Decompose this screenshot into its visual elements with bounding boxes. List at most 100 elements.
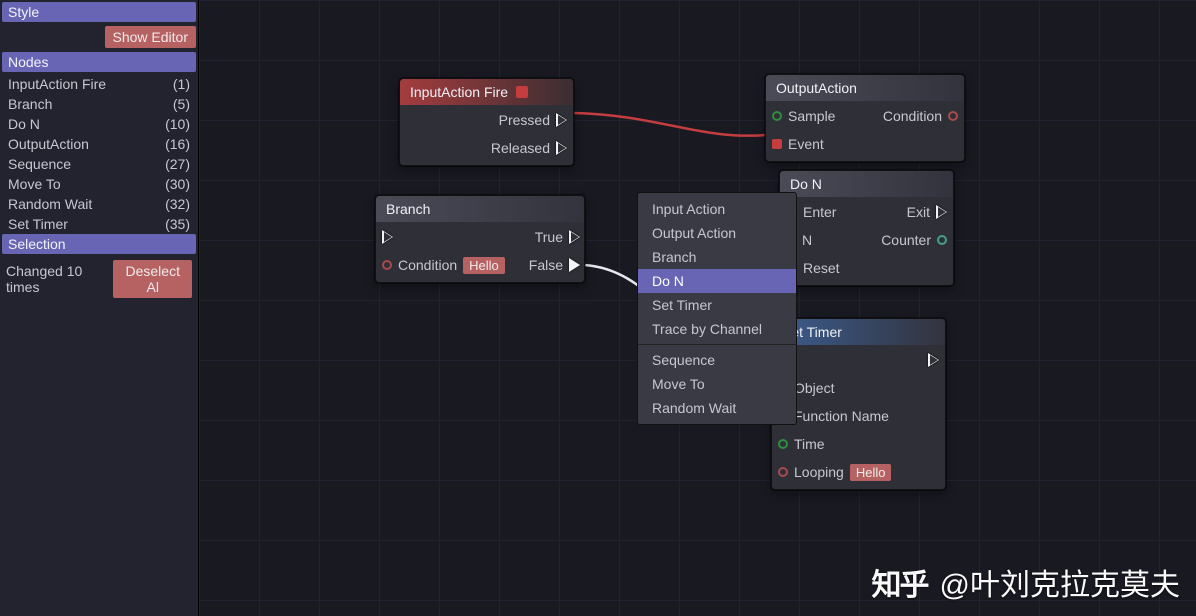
node-list-item-count: (27) <box>165 156 190 172</box>
node-list: InputAction Fire(1) Branch (5) Do N (10) Outp… <box>2 74 196 234</box>
exec-pin-icon <box>556 141 567 155</box>
graph-canvas[interactable]: InputAction Fire Pressed Released Output… <box>199 0 1196 616</box>
pin-label: True <box>535 229 563 245</box>
node-list-item-name: Sequence <box>8 156 71 172</box>
context-menu-item[interactable]: Output Action <box>638 221 796 245</box>
node-list-item-count: (1) <box>173 76 190 92</box>
pin-false[interactable]: False <box>529 254 580 276</box>
node-list-item[interactable]: Do N (10) <box>4 114 194 134</box>
node-list-item-count: (16) <box>165 136 190 152</box>
node-context-menu[interactable]: Input ActionOutput ActionBranchDo NSet T… <box>637 192 797 425</box>
pin-label: Condition <box>883 108 942 124</box>
pin-label: Pressed <box>499 112 550 128</box>
node-list-item[interactable]: OutputAction(16) <box>4 134 194 154</box>
watermark: 知乎 @叶刘克拉克莫夫 <box>872 560 1180 604</box>
context-menu-item[interactable]: Trace by Channel <box>638 317 796 341</box>
node-header[interactable]: InputAction Fire <box>400 79 573 105</box>
node-list-item[interactable]: Sequence (27) <box>4 154 194 174</box>
pin-counter[interactable]: Counter <box>881 229 947 251</box>
node-list-item[interactable]: InputAction Fire(1) <box>4 74 194 94</box>
pin-true[interactable]: True <box>535 226 580 248</box>
data-pin-icon <box>382 260 392 270</box>
pin-condition[interactable]: Condition <box>883 105 958 127</box>
pin-label: Looping <box>794 464 844 480</box>
node-list-item-name: Do N <box>8 116 40 132</box>
node-branch[interactable]: Branch Condition Hello True <box>375 195 585 283</box>
node-list-item[interactable]: Branch (5) <box>4 94 194 114</box>
context-menu-item[interactable]: Sequence <box>638 348 796 372</box>
pin-label: Condition <box>398 257 457 273</box>
node-list-item-count: (32) <box>165 196 190 212</box>
pin-exec-out[interactable] <box>928 349 939 371</box>
deselect-all-button[interactable]: Deselect Al <box>113 260 192 298</box>
exec-pin-icon <box>936 205 947 219</box>
context-menu-separator <box>638 344 796 345</box>
node-list-item[interactable]: Set Timer (35) <box>4 214 194 234</box>
pin-looping[interactable]: Looping Hello <box>778 461 891 483</box>
exec-pin-icon <box>569 230 580 244</box>
context-menu-item[interactable]: Branch <box>638 245 796 269</box>
pin-label: Function Name <box>794 408 889 424</box>
pin-sample[interactable]: Sample <box>772 105 835 127</box>
context-menu-item[interactable]: Do N <box>638 269 796 293</box>
node-list-item-count: (5) <box>173 96 190 112</box>
context-menu-item[interactable]: Set Timer <box>638 293 796 317</box>
node-list-item-name: Branch <box>8 96 52 112</box>
pin-label: Object <box>794 380 834 396</box>
selection-text: Changed 10 times <box>6 263 107 295</box>
node-title: OutputAction <box>776 80 857 96</box>
pin-label: N <box>802 232 812 248</box>
node-title: Do N <box>790 176 822 192</box>
pin-exit[interactable]: Exit <box>907 201 947 223</box>
node-header[interactable]: Do N <box>780 171 953 197</box>
exec-pin-icon <box>382 230 393 244</box>
pin-label: Time <box>794 436 825 452</box>
pin-released[interactable]: Released <box>491 137 567 159</box>
exec-pin-icon <box>569 258 580 272</box>
sidebar-section-nodes: Nodes <box>2 52 196 72</box>
node-list-item[interactable]: Random Wait (32) <box>4 194 194 214</box>
pin-event[interactable]: Event <box>772 133 835 155</box>
pin-label: Counter <box>881 232 931 248</box>
pin-label: Enter <box>803 204 836 220</box>
node-list-item-count: (10) <box>165 116 190 132</box>
zhihu-logo: 知乎 <box>872 560 928 604</box>
context-menu-item[interactable]: Input Action <box>638 197 796 221</box>
node-list-item-name: Set Timer <box>8 216 68 232</box>
sidebar-section-style: Style <box>2 2 196 22</box>
node-input-action-fire[interactable]: InputAction Fire Pressed Released <box>399 78 574 166</box>
sidebar-section-selection: Selection <box>2 234 196 254</box>
sidebar: Style Show Editor Nodes InputAction Fire… <box>0 0 199 616</box>
pin-label: Reset <box>803 260 840 276</box>
show-editor-button[interactable]: Show Editor <box>105 26 196 48</box>
node-header[interactable]: Branch <box>376 196 584 222</box>
node-list-item-count: (35) <box>165 216 190 232</box>
node-header[interactable]: Set Timer <box>772 319 945 345</box>
exec-pin-icon <box>556 113 567 127</box>
pin-time[interactable]: Time <box>778 433 891 455</box>
node-list-item-name: Random Wait <box>8 196 92 212</box>
node-do-n[interactable]: Do N Enter N Reset Exi <box>779 170 954 286</box>
pin-label: Released <box>491 140 550 156</box>
pin-default-value[interactable]: Hello <box>463 257 505 274</box>
node-list-item-name: Move To <box>8 176 61 192</box>
watermark-user: @叶刘克拉克莫夫 <box>940 560 1180 604</box>
pin-condition[interactable]: Condition Hello <box>382 254 505 276</box>
pin-label: Exit <box>907 204 930 220</box>
pin-pressed[interactable]: Pressed <box>499 109 567 131</box>
context-menu-item[interactable]: Random Wait <box>638 396 796 420</box>
pin-default-value[interactable]: Hello <box>850 464 892 481</box>
pin-exec-in[interactable] <box>382 226 505 248</box>
event-pin-icon <box>772 139 782 149</box>
pin-label: False <box>529 257 563 273</box>
exec-pin-icon <box>928 353 939 367</box>
node-list-item[interactable]: Move To(30) <box>4 174 194 194</box>
node-output-action[interactable]: OutputAction Sample Event Condition <box>765 74 965 162</box>
node-set-timer[interactable]: Set Timer Object Function Name Time <box>771 318 946 490</box>
data-pin-icon <box>772 111 782 121</box>
pin-label: Event <box>788 136 824 152</box>
data-pin-icon <box>778 439 788 449</box>
node-header[interactable]: OutputAction <box>766 75 964 101</box>
context-menu-item[interactable]: Move To <box>638 372 796 396</box>
pin-label: Sample <box>788 108 835 124</box>
